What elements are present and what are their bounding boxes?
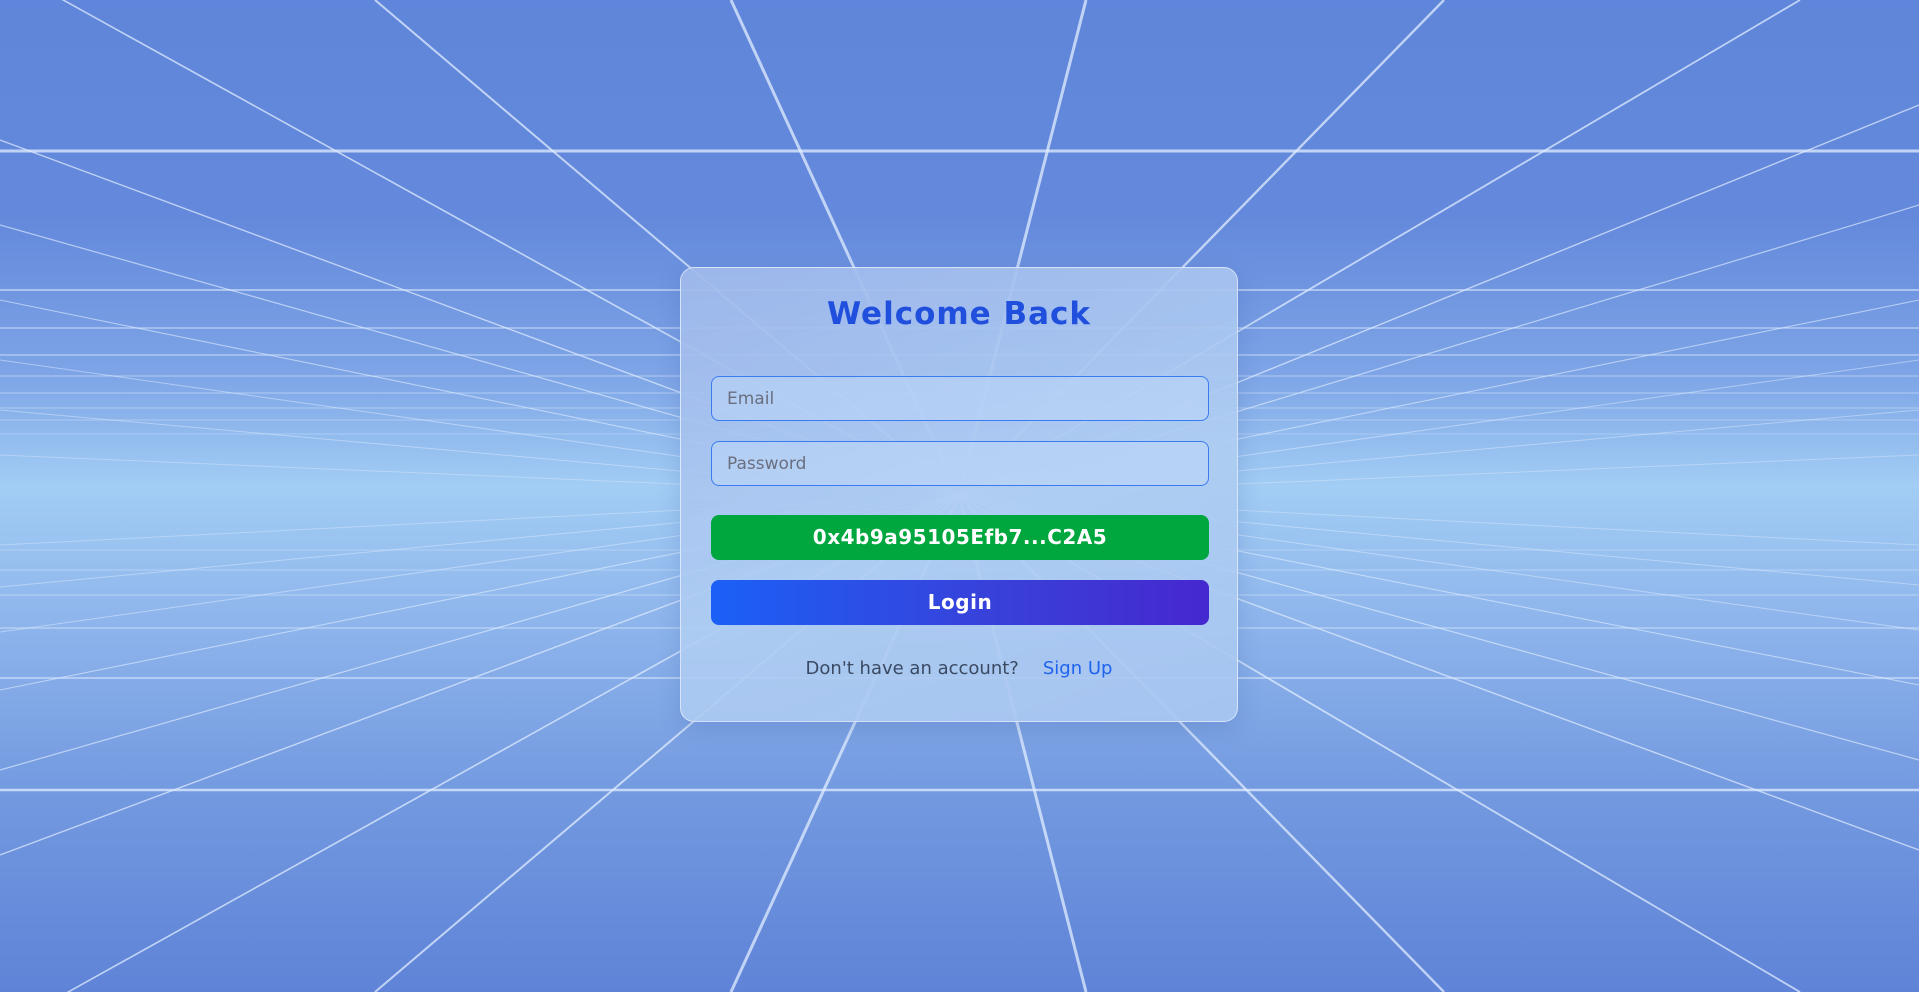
signup-row: Don't have an account? Sign Up <box>681 658 1237 679</box>
signup-link[interactable]: Sign Up <box>1043 658 1113 679</box>
login-card: Welcome Back 0x4b9a95105Efb7...C2A5 Logi… <box>680 267 1238 722</box>
wallet-connect-button[interactable]: 0x4b9a95105Efb7...C2A5 <box>711 515 1209 560</box>
password-input[interactable] <box>711 441 1209 486</box>
login-button[interactable]: Login <box>711 580 1209 625</box>
signup-prompt: Don't have an account? <box>805 658 1019 679</box>
page-title: Welcome Back <box>826 296 1092 332</box>
email-input[interactable] <box>711 376 1209 421</box>
